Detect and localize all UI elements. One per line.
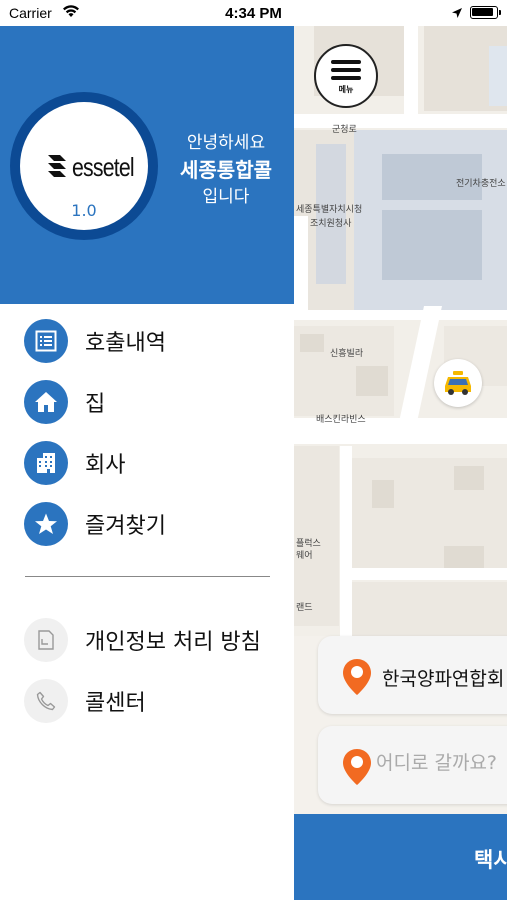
document-icon (24, 618, 68, 662)
menu-item-privacy-policy[interactable]: 개인정보 처리 방침 (24, 617, 284, 663)
origin-address-card[interactable]: 한국양파연합회 (318, 636, 507, 714)
menu-item-home[interactable]: 집 (24, 379, 284, 425)
side-drawer: essetel 1.0 안녕하세요 세종통합콜 입니다 호출내역 집 회사 즐겨… (0, 26, 294, 900)
battery-icon (470, 6, 501, 19)
building-icon (24, 441, 68, 485)
map-label-mart2: 웨어 (296, 551, 313, 561)
map-menu-button[interactable]: 메뉴 (314, 44, 378, 108)
hamburger-icon (331, 59, 361, 64)
taxi-icon (445, 371, 471, 395)
origin-address: 한국양파연합회 (382, 668, 505, 690)
menu-item-call-center[interactable]: 콜센터 (24, 678, 284, 724)
destination-card[interactable] (318, 726, 507, 804)
phone-icon (24, 679, 68, 723)
map-label-gov-office2: 조치원청사 (310, 219, 352, 229)
map-label-brand: 랜드 (296, 603, 313, 613)
menu-divider (25, 576, 270, 577)
origin-pin-icon (343, 659, 371, 695)
app-logo-badge: essetel 1.0 (10, 92, 158, 240)
taxi-location-marker[interactable] (434, 359, 482, 407)
app-version: 1.0 (71, 201, 97, 220)
menu-label-favorites: 즐겨찾기 (85, 514, 166, 539)
drawer-header: essetel 1.0 안녕하세요 세종통합콜 입니다 (0, 26, 294, 304)
map-view[interactable]: 군청로 전기차충전소 세종특별자치시청 조치원청사 신흥빌라 배스킨라빈스 플럭… (294, 26, 507, 900)
menu-item-favorites[interactable]: 즐겨찾기 (24, 501, 284, 547)
status-bar: Carrier 4:34 PM (0, 0, 507, 26)
star-icon (24, 502, 68, 546)
location-arrow-icon (451, 6, 463, 24)
map-label-villa: 신흥빌라 (330, 349, 364, 359)
menu-label-company: 회사 (85, 453, 126, 478)
map-label-baskin: 배스킨라빈스 (316, 415, 366, 425)
status-time: 4:34 PM (225, 5, 282, 22)
list-icon (24, 319, 68, 363)
menu-button-label: 메뉴 (338, 84, 354, 94)
home-icon (24, 380, 68, 424)
destination-input[interactable] (376, 752, 507, 774)
menu-label-call-center: 콜센터 (85, 691, 146, 716)
call-taxi-label: 택시 (474, 848, 507, 872)
greeting-line-3: 입니다 (202, 187, 250, 207)
greeting-line-1: 안녕하세요 (186, 133, 266, 153)
call-taxi-button[interactable]: 택시 (294, 814, 507, 900)
menu-item-call-history[interactable]: 호출내역 (24, 318, 284, 364)
logo-wordmark: essetel (72, 152, 135, 182)
map-label-gov-office: 세종특별자치시청 (296, 205, 363, 215)
map-label-road: 군청로 (332, 125, 357, 135)
map-label-charging: 전기차충전소 (456, 179, 506, 189)
greeting-app-name: 세종통합콜 (180, 158, 272, 182)
menu-item-company[interactable]: 회사 (24, 440, 284, 486)
destination-pin-icon (343, 749, 371, 785)
essetel-logo-icon (48, 155, 66, 177)
menu-label-privacy-policy: 개인정보 처리 방침 (85, 630, 261, 655)
menu-label-home: 집 (85, 392, 106, 417)
menu-label-call-history: 호출내역 (85, 331, 166, 356)
